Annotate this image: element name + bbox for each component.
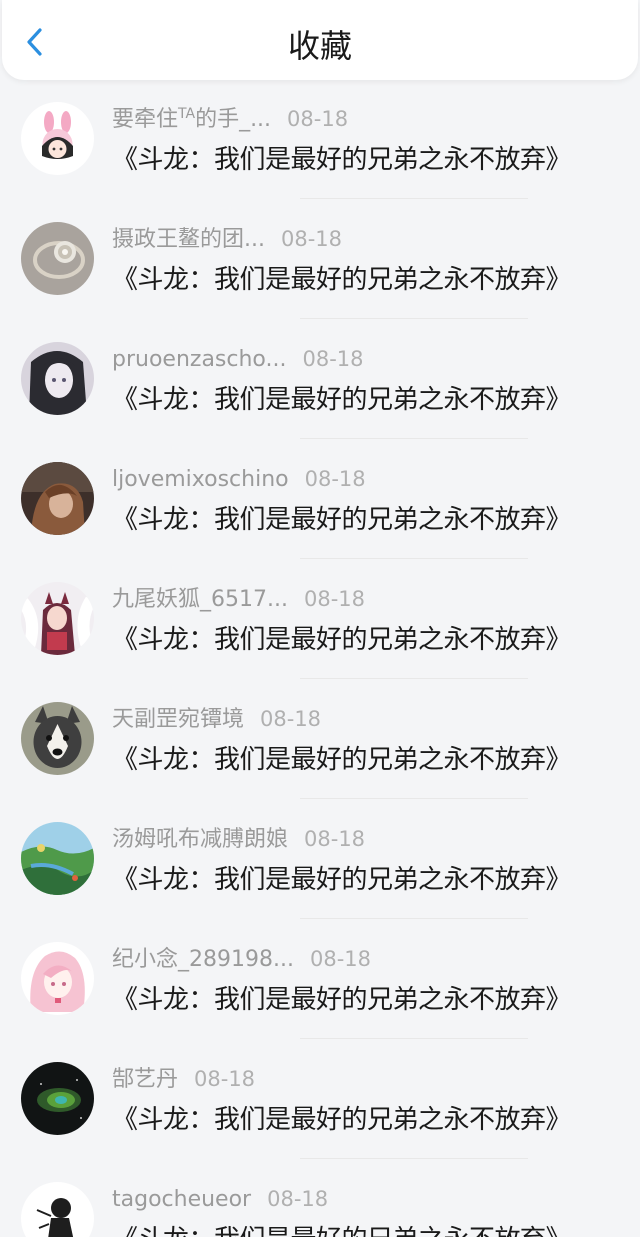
post-date: 08-18 [287, 107, 349, 131]
top-bar: 收藏 [2, 0, 638, 80]
post-date: 08-18 [260, 707, 322, 731]
user-avatar[interactable] [21, 822, 94, 895]
list-item[interactable]: 郜艺丹 08-18 《斗龙：我们是最好的兄弟之永不放弃》 [0, 1040, 640, 1160]
post-date: 08-18 [280, 227, 343, 251]
item-meta: 九尾妖狐_6517... 08-18 [112, 580, 365, 618]
fox-girl-avatar-icon [21, 582, 94, 655]
favorites-list: 要牵住TA的手_... 08-18 《斗龙：我们是最好的兄弟之永不放弃》 摄政王鳌… [0, 80, 640, 1237]
ring-avatar-icon [21, 222, 94, 295]
username[interactable]: ljovemixoschino [112, 461, 289, 499]
post-title[interactable]: 《斗龙：我们是最好的兄弟之永不放弃》 [112, 978, 572, 1022]
item-meta: pruoenzascho... 08-18 [112, 340, 364, 378]
post-date: 08-18 [267, 1187, 329, 1211]
item-meta: 天副罡宛镡境 08-18 [112, 700, 321, 738]
username[interactable]: 摄政王鳌的团... [112, 221, 265, 259]
post-title[interactable]: 《斗龙：我们是最好的兄弟之永不放弃》 [112, 1098, 572, 1142]
item-meta: ljovemixoschino 08-18 [112, 460, 366, 498]
post-title[interactable]: 《斗龙：我们是最好的兄弟之永不放弃》 [112, 498, 572, 542]
nebula-avatar-icon [21, 1062, 94, 1135]
item-meta: 要牵住TA的手_... 08-18 [112, 100, 348, 138]
divider [300, 198, 528, 199]
username[interactable]: 纪小念_289198... [112, 941, 294, 979]
post-title[interactable]: 《斗龙：我们是最好的兄弟之永不放弃》 [112, 738, 572, 782]
username[interactable]: 要牵住TA的手_... [112, 101, 271, 139]
username[interactable]: 汤姆吼布减膊朗娘 [112, 821, 288, 859]
anime-girl-avatar-icon [21, 342, 94, 415]
post-title[interactable]: 《斗龙：我们是最好的兄弟之永不放弃》 [112, 858, 572, 902]
divider [300, 558, 528, 559]
list-item[interactable]: 要牵住TA的手_... 08-18 《斗龙：我们是最好的兄弟之永不放弃》 [0, 80, 640, 200]
post-date: 08-18 [194, 1067, 256, 1091]
pink-bunny-avatar-icon [21, 102, 94, 175]
username[interactable]: 九尾妖狐_6517... [112, 581, 288, 619]
user-avatar[interactable] [21, 1062, 94, 1135]
post-title[interactable]: 《斗龙：我们是最好的兄弟之永不放弃》 [112, 258, 572, 302]
post-title[interactable]: 《斗龙：我们是最好的兄弟之永不放弃》 [112, 378, 572, 422]
item-meta: 汤姆吼布减膊朗娘 08-18 [112, 820, 365, 858]
post-date: 08-18 [309, 947, 371, 971]
list-item[interactable]: 九尾妖狐_6517... 08-18 《斗龙：我们是最好的兄弟之永不放弃》 [0, 560, 640, 680]
landscape-avatar-icon [21, 822, 94, 895]
divider [300, 798, 528, 799]
pink-hair-avatar-icon [21, 942, 94, 1015]
page-title: 收藏 [287, 27, 352, 65]
post-date: 08-18 [304, 467, 366, 491]
divider [300, 318, 528, 319]
list-item[interactable]: ljovemixoschino 08-18 《斗龙：我们是最好的兄弟之永不放弃》 [0, 440, 640, 560]
list-item[interactable]: 汤姆吼布减膊朗娘 08-18 《斗龙：我们是最好的兄弟之永不放弃》 [0, 800, 640, 920]
list-item[interactable]: pruoenzascho... 08-18 《斗龙：我们是最好的兄弟之永不放弃》 [0, 320, 640, 440]
username[interactable]: tagocheueor [112, 1181, 251, 1219]
post-date: 08-18 [302, 347, 364, 371]
photo-girl-avatar-icon [21, 462, 94, 535]
user-avatar[interactable] [21, 102, 94, 175]
husky-dog-avatar-icon [21, 702, 94, 775]
item-meta: 纪小念_289198... 08-18 [112, 940, 371, 978]
divider [300, 918, 528, 919]
divider [300, 1038, 528, 1039]
divider [300, 678, 528, 679]
item-meta: 摄政王鳌的团... 08-18 [112, 220, 342, 258]
username[interactable]: 天副罡宛镡境 [112, 701, 244, 739]
list-item[interactable]: 摄政王鳌的团... 08-18 《斗龙：我们是最好的兄弟之永不放弃》 [0, 200, 640, 320]
user-avatar[interactable] [21, 1182, 94, 1237]
user-avatar[interactable] [21, 462, 94, 535]
post-date: 08-18 [303, 587, 365, 611]
username[interactable]: pruoenzascho... [112, 341, 286, 379]
username[interactable]: 郜艺丹 [112, 1061, 178, 1099]
user-avatar[interactable] [21, 702, 94, 775]
sketch-avatar-icon [21, 1182, 94, 1237]
user-avatar[interactable] [21, 582, 94, 655]
item-meta: tagocheueor 08-18 [112, 1180, 328, 1218]
post-date: 08-18 [304, 827, 366, 851]
item-meta: 郜艺丹 08-18 [112, 1060, 255, 1098]
user-avatar[interactable] [21, 222, 94, 295]
post-title[interactable]: 《斗龙：我们是最好的兄弟之永不放弃》 [112, 1218, 572, 1237]
post-title[interactable]: 《斗龙：我们是最好的兄弟之永不放弃》 [112, 138, 572, 182]
list-item[interactable]: tagocheueor 08-18 《斗龙：我们是最好的兄弟之永不放弃》 [0, 1160, 640, 1237]
post-title[interactable]: 《斗龙：我们是最好的兄弟之永不放弃》 [112, 618, 572, 662]
divider [300, 438, 528, 439]
user-avatar[interactable] [21, 942, 94, 1015]
list-item[interactable]: 纪小念_289198... 08-18 《斗龙：我们是最好的兄弟之永不放弃》 [0, 920, 640, 1040]
user-avatar[interactable] [21, 342, 94, 415]
divider [300, 1158, 528, 1159]
list-item[interactable]: 天副罡宛镡境 08-18 《斗龙：我们是最好的兄弟之永不放弃》 [0, 680, 640, 800]
